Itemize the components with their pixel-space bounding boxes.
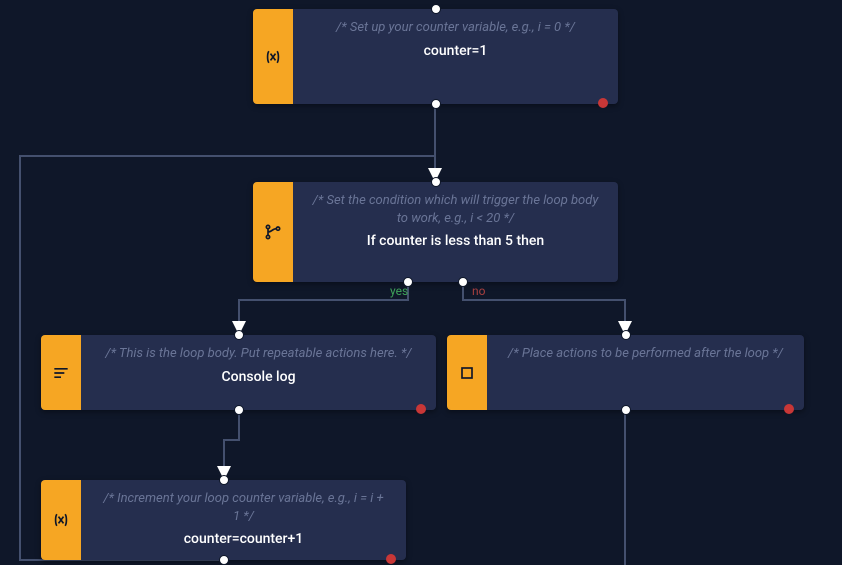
port-in[interactable] xyxy=(431,4,441,14)
node-comment: /* Place actions to be performed after t… xyxy=(505,345,786,363)
node-comment: /* Set up your counter variable, e.g., i… xyxy=(311,19,600,37)
node-after-loop[interactable]: /* Place actions to be performed after t… xyxy=(447,335,804,410)
node-loop-body[interactable]: /* This is the loop body. Put repeatable… xyxy=(41,335,436,410)
port-out[interactable] xyxy=(219,555,229,565)
text-lines-icon xyxy=(41,335,81,410)
port-out[interactable] xyxy=(431,99,441,109)
port-in[interactable] xyxy=(621,330,631,340)
node-increment[interactable]: /* Increment your loop counter variable,… xyxy=(41,480,406,560)
node-comment: /* This is the loop body. Put repeatable… xyxy=(99,345,418,363)
square-icon xyxy=(447,335,487,410)
node-title: counter=counter+1 xyxy=(99,531,388,547)
port-in[interactable] xyxy=(219,475,229,485)
node-title: counter=1 xyxy=(311,43,600,59)
node-comment: /* Set the condition which will trigger … xyxy=(311,192,600,227)
node-comment: /* Increment your loop counter variable,… xyxy=(99,490,388,525)
port-out[interactable] xyxy=(621,405,631,415)
branch-icon xyxy=(253,182,293,282)
port-in[interactable] xyxy=(431,177,441,187)
port-out[interactable] xyxy=(234,405,244,415)
node-init-counter[interactable]: /* Set up your counter variable, e.g., i… xyxy=(253,9,618,104)
variable-icon xyxy=(41,480,81,560)
node-title: If counter is less than 5 then xyxy=(311,233,600,249)
variable-icon xyxy=(253,9,293,104)
node-condition[interactable]: /* Set the condition which will trigger … xyxy=(253,182,618,282)
port-error[interactable] xyxy=(784,404,794,414)
port-error[interactable] xyxy=(598,98,608,108)
port-no[interactable] xyxy=(458,277,468,287)
port-yes[interactable] xyxy=(403,277,413,287)
port-error[interactable] xyxy=(386,554,396,564)
branch-label-no: no xyxy=(472,284,485,298)
port-in[interactable] xyxy=(234,330,244,340)
node-title: Console log xyxy=(99,369,418,385)
port-error[interactable] xyxy=(416,404,426,414)
